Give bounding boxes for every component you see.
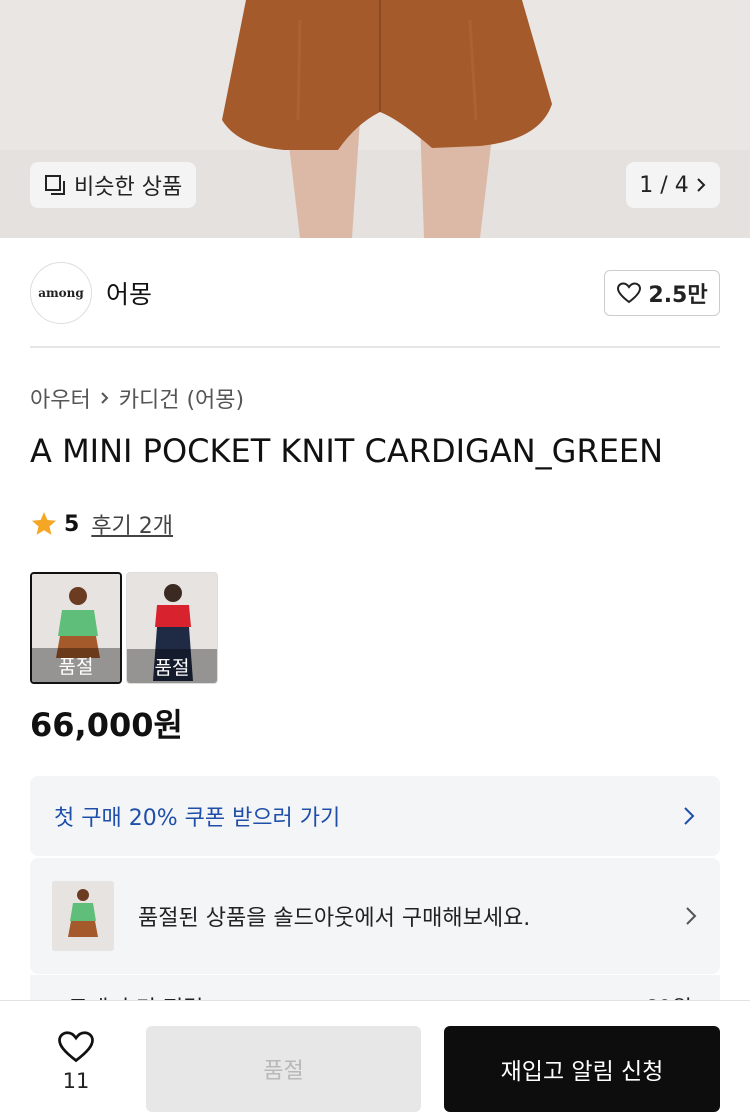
soldout-banner[interactable]: 품절된 상품을 솔드아웃에서 구매해보세요.	[30, 858, 720, 974]
product-price: 66,000원	[30, 706, 183, 744]
soldout-text: 품절된 상품을 솔드아웃에서 구매해보세요.	[138, 906, 531, 931]
color-options: 품절 품절	[30, 572, 218, 684]
pager-text: 1 / 4	[639, 172, 689, 198]
product-rating: 5 후기 2개	[30, 508, 173, 540]
similar-products-button[interactable]: 비슷한 상품	[30, 162, 197, 208]
similar-products-label: 비슷한 상품	[74, 175, 183, 200]
wishlist-button[interactable]: 11	[30, 1029, 122, 1093]
wishlist-count: 11	[62, 1069, 90, 1093]
coupon-text: 첫 구매 20% 쿠폰 받으러 가기	[54, 806, 341, 831]
brand-logo[interactable]: among	[30, 262, 92, 324]
breadcrumb: 아우터 카디건 (어몽)	[30, 382, 244, 414]
brand-logo-text: among	[38, 286, 84, 300]
chevron-right-icon	[684, 807, 695, 825]
restock-alert-button[interactable]: 재입고 알림 신청	[444, 1026, 720, 1112]
star-icon	[31, 512, 57, 535]
similar-icon	[45, 175, 65, 195]
review-link[interactable]: 후기 2개	[91, 508, 173, 540]
product-image-carousel[interactable]: 비슷한 상품 1 / 4	[0, 0, 750, 238]
soldout-thumbnail	[52, 881, 114, 951]
bottom-action-bar: 11 품절 재입고 알림 신청	[0, 1000, 750, 1119]
chevron-right-icon	[686, 907, 697, 925]
color-option-green[interactable]: 품절	[30, 572, 122, 684]
product-title: A MINI POCKET KNIT CARDIGAN_GREEN	[30, 432, 664, 470]
heart-icon	[58, 1031, 94, 1063]
brand-name[interactable]: 어몽	[106, 275, 152, 311]
heart-icon	[617, 282, 642, 304]
breadcrumb-subcategory[interactable]: 카디건 (어몽)	[119, 382, 244, 414]
soldout-thumb-photo	[52, 881, 114, 951]
soldout-button[interactable]: 품절	[146, 1026, 421, 1112]
coupon-banner[interactable]: 첫 구매 20% 쿠폰 받으러 가기	[30, 776, 720, 856]
image-pager[interactable]: 1 / 4	[626, 162, 720, 208]
divider	[30, 346, 720, 348]
brand-row: among 어몽 2.5만	[30, 262, 720, 324]
chevron-right-icon	[696, 178, 706, 192]
brand-like-button[interactable]: 2.5만	[604, 270, 720, 316]
chevron-right-icon	[101, 392, 109, 404]
breadcrumb-category[interactable]: 아우터	[30, 382, 91, 414]
rating-score: 5	[64, 511, 80, 537]
color-option-red[interactable]: 품절	[126, 572, 218, 684]
brand-like-count: 2.5만	[648, 283, 708, 308]
swatch-soldout-tag: 품절	[32, 648, 120, 682]
swatch-soldout-tag: 품절	[127, 649, 217, 683]
